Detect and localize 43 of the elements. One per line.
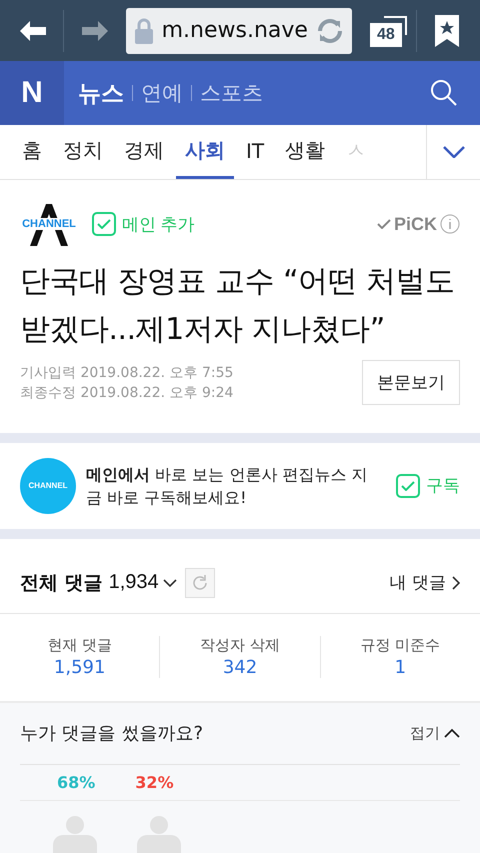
forward-arrow-icon — [80, 20, 110, 42]
stat-value: 1 — [394, 657, 406, 678]
article-title: 단국대 장영표 교수 “어떤 처벌도 받겠다...제1저자 지나쳤다” — [20, 263, 456, 350]
stat-value: 1,591 — [54, 657, 106, 678]
stat-label: 규정 미준수 — [360, 636, 440, 656]
comments-title: 전체 댓글 — [20, 570, 103, 596]
section-link[interactable]: 스포츠 — [200, 79, 263, 108]
url-text: m.news.nave — [162, 18, 308, 44]
category-tab[interactable]: IT — [237, 125, 274, 180]
section-link[interactable]: 연예 — [141, 79, 183, 108]
gender-percentage: 32% — [135, 772, 174, 792]
stat-value: 342 — [222, 657, 258, 678]
check-icon — [97, 219, 111, 230]
category-tab[interactable]: 정치 — [54, 125, 112, 180]
view-original-button[interactable]: 본문보기 — [362, 360, 460, 406]
chevron-right-icon — [452, 576, 460, 590]
who-commented-title: 누가 댓글을 썼을까요? — [20, 722, 203, 746]
subscribe-message: 메인에서 바로 보는 언론사 편집뉴스 지금 바로 구독해보세요! — [86, 464, 368, 509]
category-tab[interactable]: 사회 — [176, 125, 234, 180]
stat-label: 작성자 삭제 — [200, 636, 280, 656]
lock-icon — [134, 18, 154, 44]
category-tab[interactable]: 경제 — [115, 125, 173, 180]
search-icon[interactable] — [430, 79, 458, 108]
article-date: 최종수정 2019.08.22. 오후 9:24 — [20, 384, 234, 402]
article-date: 기사입력 2019.08.22. 오후 7:55 — [20, 364, 234, 382]
gender-percentage: 68% — [57, 772, 96, 792]
category-tab[interactable]: 홈 — [18, 125, 51, 180]
chevron-down-icon — [442, 146, 464, 158]
section-link[interactable]: 뉴스 — [78, 78, 124, 109]
check-icon — [401, 480, 415, 491]
back-arrow-icon — [18, 20, 48, 42]
chevron-down-icon — [162, 578, 177, 587]
my-comments-link[interactable]: 내 댓글 — [390, 571, 460, 594]
category-tab[interactable]: 생활 — [276, 125, 334, 180]
pick-badge: PiCK — [376, 214, 460, 235]
refresh-icon — [190, 574, 209, 592]
collapse-button[interactable]: 접기 — [410, 724, 460, 743]
address-bar[interactable]: m.news.nave — [126, 8, 352, 54]
bookmark-star-icon — [435, 14, 460, 47]
naver-logo[interactable]: N — [0, 61, 64, 126]
stat-label: 현재 댓글 — [47, 636, 112, 656]
chevron-up-icon — [444, 728, 460, 738]
comment-count-dropdown[interactable]: 1,934 — [102, 571, 177, 594]
